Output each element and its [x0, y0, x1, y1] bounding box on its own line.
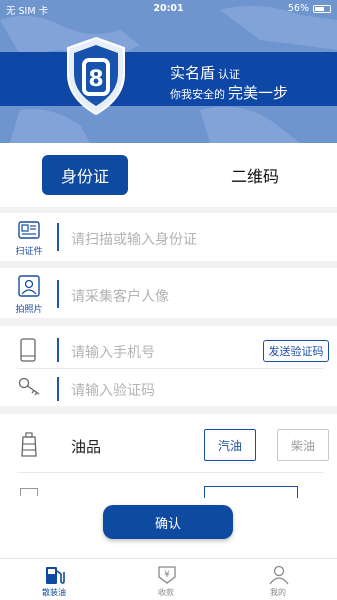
diesel-option[interactable]: 柴油: [277, 429, 329, 461]
send-code-button[interactable]: 发送验证码: [263, 340, 329, 362]
id-number-row: 扫证件 请扫描或输入身份证: [0, 213, 337, 261]
partially-hidden-option: [204, 486, 298, 498]
tab-id-card[interactable]: 身份证: [42, 155, 128, 195]
phone-number-input[interactable]: 请输入手机号: [71, 342, 155, 362]
take-photo-label[interactable]: 拍照片: [9, 302, 49, 315]
bottom-nav: 散装油 ¥ 收款 我的: [0, 558, 337, 600]
field-divider: [57, 338, 59, 362]
scan-id-label[interactable]: 扫证件: [9, 244, 49, 257]
phone-verification-card: 请输入手机号 请输入验证码: [0, 326, 337, 406]
id-card-icon[interactable]: [18, 221, 40, 239]
customer-photo-row: 拍照片 请采集客户人像: [0, 268, 337, 318]
battery-icon: [313, 4, 331, 13]
brand-title: 实名盾 认证: [170, 64, 241, 82]
id-number-input[interactable]: 请扫描或输入身份证: [71, 229, 197, 249]
hero-banner: 无 SIM 卡 20:01 56% 8 实名盾 认证 你我安全的 完美一步: [0, 0, 337, 143]
customer-photo-input[interactable]: 请采集客户人像: [71, 286, 169, 306]
profile-icon: [269, 565, 289, 585]
id-type-tabs: 身份证 二维码: [0, 143, 337, 207]
key-icon: [18, 377, 40, 396]
nav-item-receive-payment[interactable]: ¥ 收款: [126, 559, 206, 600]
fuel-pump-icon: [46, 567, 65, 584]
nav-label: 我的: [270, 588, 286, 597]
nav-item-profile[interactable]: 我的: [238, 559, 318, 600]
gasoline-option[interactable]: 汽油: [204, 429, 256, 461]
field-divider: [57, 280, 59, 308]
svg-text:¥: ¥: [164, 570, 170, 580]
verification-code-input[interactable]: 请输入验证码: [71, 380, 155, 400]
status-bar: 无 SIM 卡 20:01 56%: [0, 0, 337, 18]
receive-payment-icon: ¥: [158, 566, 176, 584]
tab-qr-code[interactable]: 二维码: [212, 155, 298, 195]
shield-glyph: 8: [88, 67, 103, 92]
mobile-phone-icon: [20, 338, 36, 362]
confirm-button[interactable]: 确认: [103, 505, 233, 539]
nav-label: 散装油: [42, 588, 66, 597]
shield-logo-icon: 8: [67, 36, 125, 116]
battery-percent: 56%: [287, 3, 309, 14]
fuel-label: 油品: [71, 438, 102, 456]
oil-barrel-icon-partial: [20, 488, 38, 496]
brand-slogan: 你我安全的 完美一步: [170, 84, 289, 102]
nav-label: 收款: [158, 588, 174, 597]
field-divider: [57, 377, 59, 401]
portrait-camera-icon[interactable]: [18, 275, 40, 297]
oil-barrel-icon: [21, 432, 37, 457]
field-divider: [57, 223, 59, 251]
nav-item-bulk-fuel[interactable]: 散装油: [14, 559, 94, 600]
clock: 20:01: [153, 3, 184, 14]
